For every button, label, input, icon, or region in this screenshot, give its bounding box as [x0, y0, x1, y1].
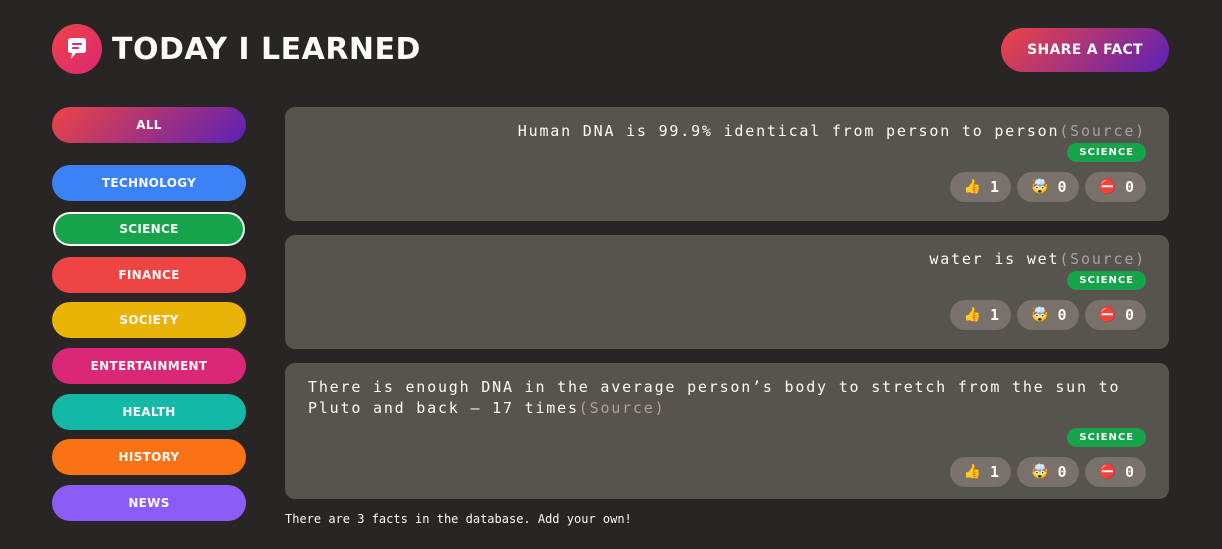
category-history-button[interactable]: history — [52, 439, 246, 475]
vote-buttons: 👍 1 🤯 0 ⛔️ 0 — [308, 172, 1146, 202]
vote-count: 1 — [990, 306, 1000, 324]
thumbs-down-icon: ⛔️ — [1098, 307, 1116, 323]
category-health-button[interactable]: health — [52, 394, 246, 430]
thumbs-up-icon: 👍 — [963, 179, 982, 195]
share-a-fact-button[interactable]: Share a fact — [1001, 28, 1169, 72]
mind-blown-icon: 🤯 — [1031, 464, 1049, 480]
fact-source-link[interactable]: (Source) — [1059, 250, 1146, 268]
vote-count: 0 — [1057, 178, 1067, 196]
vote-interesting-button[interactable]: 👍 1 — [949, 172, 1012, 202]
logo-chat-icon — [52, 24, 102, 74]
vote-mindblowing-button[interactable]: 🤯 0 — [1017, 300, 1079, 330]
category-tag: science — [1067, 428, 1146, 447]
thumbs-down-icon: ⛔️ — [1098, 464, 1116, 480]
vote-count: 1 — [990, 463, 1000, 481]
facts-count-message: There are 3 facts in the database. Add y… — [285, 512, 632, 526]
category-tag: science — [1067, 143, 1146, 162]
mind-blown-icon: 🤯 — [1031, 307, 1049, 323]
page-title: Today I Learned — [112, 31, 421, 67]
fact-text: There is enough DNA in the average perso… — [308, 377, 1146, 419]
vote-false-button[interactable]: ⛔️ 0 — [1084, 172, 1146, 202]
fact-card: There is enough DNA in the average perso… — [285, 363, 1169, 499]
fact-text: Human DNA is 99.9% identical from person… — [308, 121, 1146, 142]
app-header: Today I Learned — [52, 24, 421, 74]
vote-false-button[interactable]: ⛔️ 0 — [1084, 457, 1146, 487]
thumbs-up-icon: 👍 — [963, 464, 982, 480]
vote-count: 1 — [990, 178, 1000, 196]
category-technology-button[interactable]: technology — [52, 165, 246, 201]
mind-blown-icon: 🤯 — [1031, 179, 1049, 195]
fact-text-content: water is wet — [929, 250, 1060, 268]
category-entertainment-button[interactable]: entertainment — [52, 348, 246, 384]
vote-count: 0 — [1124, 463, 1134, 481]
category-all-button[interactable]: All — [52, 107, 246, 143]
category-society-button[interactable]: society — [52, 302, 246, 338]
vote-interesting-button[interactable]: 👍 1 — [949, 457, 1012, 487]
vote-buttons: 👍 1 🤯 0 ⛔️ 0 — [308, 457, 1146, 487]
vote-mindblowing-button[interactable]: 🤯 0 — [1017, 172, 1079, 202]
category-finance-button[interactable]: finance — [52, 257, 246, 293]
category-science-button[interactable]: science — [52, 211, 246, 247]
vote-count: 0 — [1057, 306, 1067, 324]
fact-text-content: Human DNA is 99.9% identical from person… — [517, 122, 1060, 140]
vote-count: 0 — [1057, 463, 1067, 481]
vote-buttons: 👍 1 🤯 0 ⛔️ 0 — [308, 300, 1146, 330]
vote-false-button[interactable]: ⛔️ 0 — [1084, 300, 1146, 330]
vote-count: 0 — [1124, 306, 1134, 324]
fact-card: Human DNA is 99.9% identical from person… — [285, 107, 1169, 221]
vote-interesting-button[interactable]: 👍 1 — [949, 300, 1012, 330]
vote-mindblowing-button[interactable]: 🤯 0 — [1017, 457, 1079, 487]
fact-source-link[interactable]: (Source) — [1059, 122, 1146, 140]
vote-count: 0 — [1124, 178, 1134, 196]
fact-card: water is wet(Source) science 👍 1 🤯 0 ⛔️ 0 — [285, 235, 1169, 349]
thumbs-up-icon: 👍 — [963, 307, 982, 323]
fact-text: water is wet(Source) — [308, 249, 1146, 270]
category-tag: science — [1067, 271, 1146, 290]
category-news-button[interactable]: news — [52, 485, 246, 521]
thumbs-down-icon: ⛔️ — [1098, 179, 1116, 195]
fact-source-link[interactable]: (Source) — [579, 399, 666, 417]
fact-text-content: There is enough DNA in the average perso… — [308, 378, 1121, 417]
